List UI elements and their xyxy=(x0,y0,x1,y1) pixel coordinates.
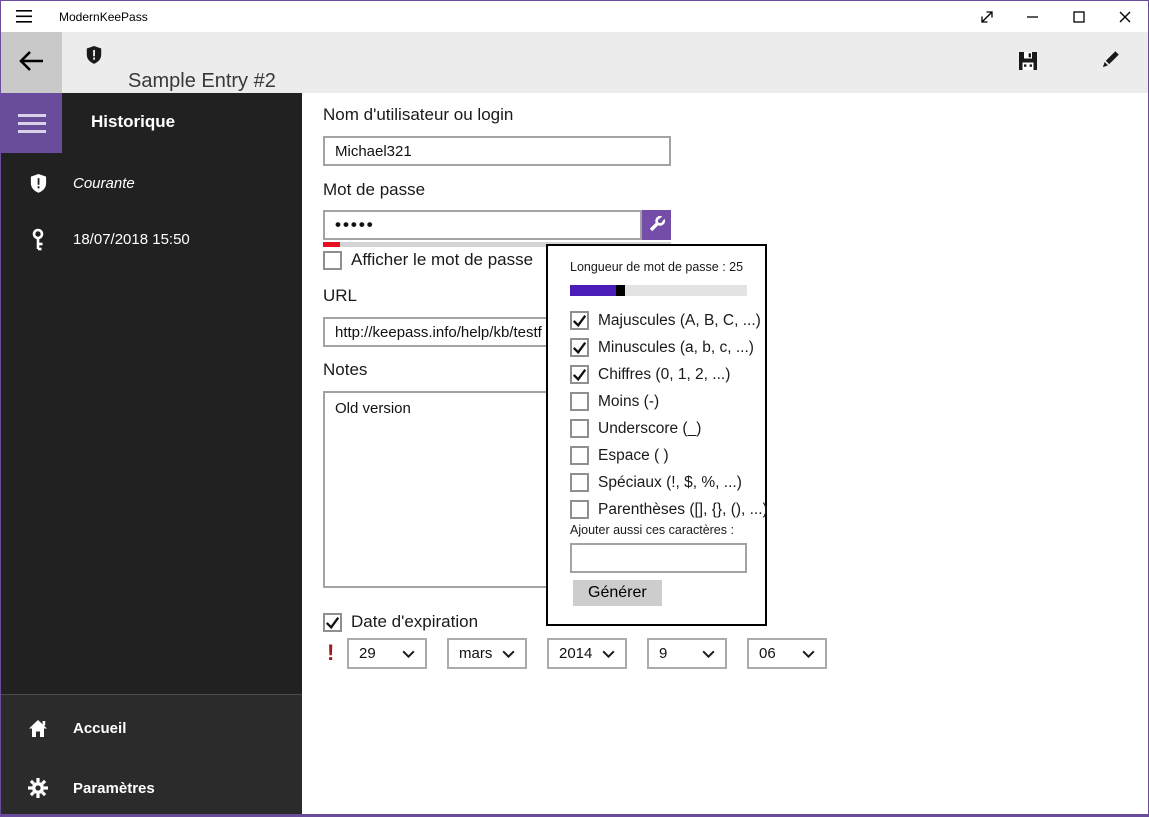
expiration-row: Date d'expiration xyxy=(323,612,478,632)
option-space[interactable]: Espace ( ) xyxy=(570,446,768,465)
sidebar-item-history-entry[interactable]: 18/07/2018 15:50 xyxy=(1,219,302,259)
shield-exclamation-icon xyxy=(28,173,48,194)
generate-button[interactable]: Générer xyxy=(573,580,662,606)
sidebar-item-label: Courante xyxy=(73,174,135,192)
password-input[interactable] xyxy=(323,210,642,240)
password-length-slider[interactable] xyxy=(570,285,747,296)
header-actions xyxy=(1008,32,1130,93)
shield-exclamation-icon xyxy=(85,45,103,70)
checkmark-icon xyxy=(572,368,587,382)
generator-options: Majuscules (A, B, C, ...) Minuscules (a,… xyxy=(570,311,768,519)
option-digits[interactable]: Chiffres (0, 1, 2, ...) xyxy=(570,365,768,384)
key-icon xyxy=(28,228,48,251)
expiration-checkbox[interactable] xyxy=(323,612,342,632)
option-minus[interactable]: Moins (-) xyxy=(570,392,768,411)
show-password-label: Afficher le mot de passe xyxy=(351,250,534,269)
sidebar-item-label: Accueil xyxy=(73,719,127,737)
sidebar-footer: Accueil Paramètres xyxy=(1,694,302,814)
window-controls xyxy=(964,1,1148,32)
slider-thumb[interactable] xyxy=(616,285,626,296)
checkbox[interactable] xyxy=(570,311,589,330)
expiration-month-select[interactable]: mars xyxy=(447,638,527,669)
checkbox[interactable] xyxy=(570,500,589,519)
app-window: ModernKeePass Sample Entry #2 Historique… xyxy=(0,0,1149,817)
title-bar: ModernKeePass xyxy=(1,1,1148,32)
checkmark-icon xyxy=(572,314,587,328)
show-password-row: Afficher le mot de passe xyxy=(323,250,533,270)
option-brackets[interactable]: Parenthèses ([], {}, (), ...) xyxy=(570,500,768,519)
checkmark-icon xyxy=(325,616,340,629)
expiration-hour-select[interactable]: 9 xyxy=(647,638,727,669)
sidebar: Historique Courante 18/07/2018 15:50 Acc… xyxy=(1,93,302,814)
expiration-year-select[interactable]: 2014 xyxy=(547,638,627,669)
notes-label: Notes xyxy=(323,360,368,379)
expiration-day-select[interactable]: 29 xyxy=(347,638,427,669)
back-arrow-icon xyxy=(18,50,45,75)
expiration-warning: ! xyxy=(327,640,335,665)
checkbox[interactable] xyxy=(570,446,589,465)
checkbox[interactable] xyxy=(570,473,589,492)
sidebar-item-settings[interactable]: Paramètres xyxy=(1,768,302,808)
username-label: Nom d'utilisateur ou login xyxy=(323,105,514,124)
expiration-minute-select[interactable]: 06 xyxy=(747,638,827,669)
sidebar-heading: Historique xyxy=(91,112,176,131)
edit-pencil-icon xyxy=(1098,49,1122,76)
checkmark-icon xyxy=(572,341,587,355)
hamburger-icon xyxy=(17,113,46,117)
save-icon xyxy=(1017,50,1039,75)
option-uppercase[interactable]: Majuscules (A, B, C, ...) xyxy=(570,311,768,330)
checkbox[interactable] xyxy=(570,365,589,384)
page-title: Sample Entry #2 xyxy=(128,70,276,92)
sidebar-item-home[interactable]: Accueil xyxy=(1,708,302,748)
sidebar-hamburger-button[interactable] xyxy=(1,93,62,153)
password-generator-button[interactable] xyxy=(642,210,671,240)
custom-chars-label: Ajouter aussi ces caractères : xyxy=(570,523,734,537)
home-icon xyxy=(28,719,48,738)
checkbox[interactable] xyxy=(570,392,589,411)
chevron-down-icon xyxy=(402,650,415,658)
app-header: Sample Entry #2 sample xyxy=(1,32,1148,118)
chevron-down-icon xyxy=(502,650,515,658)
chevron-down-icon xyxy=(702,650,715,658)
sidebar-item-label: Paramètres xyxy=(73,779,155,797)
password-generator-popup: Longueur de mot de passe : 25 Majuscules… xyxy=(546,244,768,626)
option-special[interactable]: Spéciaux (!, $, %, ...) xyxy=(570,473,768,492)
option-underscore[interactable]: Underscore (_) xyxy=(570,419,768,438)
slider-fill xyxy=(570,285,617,296)
resize-diagonal-icon[interactable] xyxy=(964,1,1010,32)
show-password-checkbox[interactable] xyxy=(323,250,342,270)
chevron-down-icon xyxy=(802,650,815,658)
close-icon[interactable] xyxy=(1102,1,1148,32)
window-title: ModernKeePass xyxy=(59,9,148,24)
edit-button[interactable] xyxy=(1090,43,1130,83)
back-button[interactable] xyxy=(1,32,62,93)
password-label: Mot de passe xyxy=(323,180,426,199)
minimize-icon[interactable] xyxy=(1010,1,1056,32)
sidebar-item-current[interactable]: Courante xyxy=(1,163,302,203)
custom-chars-input[interactable] xyxy=(570,543,747,573)
gear-icon xyxy=(28,778,48,798)
wrench-icon xyxy=(648,215,666,236)
option-lowercase[interactable]: Minuscules (a, b, c, ...) xyxy=(570,338,768,357)
username-input[interactable] xyxy=(323,136,671,166)
save-button[interactable] xyxy=(1008,43,1048,83)
sidebar-item-label: 18/07/2018 15:50 xyxy=(73,230,190,248)
chevron-down-icon xyxy=(602,650,615,658)
password-length-label: Longueur de mot de passe : 25 xyxy=(570,260,744,274)
expiration-label: Date d'expiration xyxy=(351,612,479,631)
url-label: URL xyxy=(323,286,358,305)
maximize-icon[interactable] xyxy=(1056,1,1102,32)
hamburger-icon[interactable] xyxy=(1,1,47,32)
checkbox[interactable] xyxy=(570,338,589,357)
checkbox[interactable] xyxy=(570,419,589,438)
